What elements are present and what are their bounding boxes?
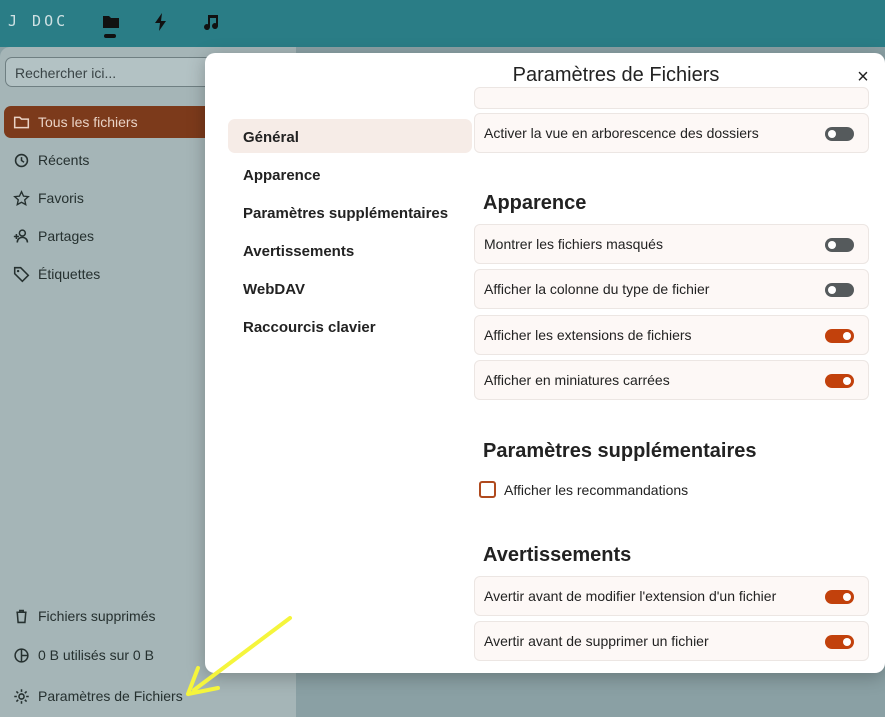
- search-input[interactable]: Rechercher ici...: [5, 57, 235, 87]
- pie-chart-icon: [4, 647, 38, 664]
- folder-icon: [4, 114, 38, 131]
- square-thumbnails-toggle[interactable]: [825, 374, 854, 388]
- recommendations-checkbox[interactable]: [479, 481, 496, 498]
- folder-icon[interactable]: [99, 10, 123, 38]
- file-extensions-toggle[interactable]: [825, 329, 854, 343]
- settings-panel: Activer la vue en arborescence des dossi…: [474, 87, 869, 673]
- share-user-icon: [4, 228, 38, 245]
- section-title-warnings: Avertissements: [483, 544, 632, 566]
- section-title-additional: Paramètres supplémentaires: [483, 440, 757, 462]
- setting-warn-extension-change[interactable]: Avertir avant de modifier l'extension d'…: [474, 576, 869, 616]
- setting-warn-delete[interactable]: Avertir avant de supprimer un fichier: [474, 621, 869, 661]
- tab-webdav[interactable]: WebDAV: [228, 271, 472, 305]
- sidebar-item-label: Étiquettes: [38, 266, 101, 282]
- settings-dialog: Paramètres de Fichiers × Général Apparen…: [205, 53, 885, 673]
- setting-file-extensions[interactable]: Afficher les extensions de fichiers: [474, 315, 869, 355]
- tab-keyboard-shortcuts[interactable]: Raccourcis clavier: [228, 309, 472, 343]
- tab-additional-settings[interactable]: Paramètres supplémentaires: [228, 195, 472, 229]
- hidden-files-toggle[interactable]: [825, 238, 854, 252]
- music-note-icon[interactable]: [199, 10, 223, 34]
- settings-label: Paramètres de Fichiers: [38, 688, 183, 704]
- setting-label: Activer la vue en arborescence des dossi…: [484, 125, 759, 141]
- sidebar-item-label: Partages: [38, 228, 95, 244]
- setting-label: Montrer les fichiers masqués: [484, 236, 663, 252]
- tab-appearance[interactable]: Apparence: [228, 157, 472, 191]
- gear-icon: [4, 688, 38, 705]
- setting-row-partial: [474, 87, 869, 109]
- sidebar-item-label: Tous les fichiers: [38, 114, 138, 130]
- app-logo[interactable]: J DOC: [8, 12, 68, 30]
- quota-label: 0 B utilisés sur 0 B: [38, 647, 154, 663]
- setting-label: Avertir avant de modifier l'extension d'…: [484, 588, 777, 604]
- setting-label: Afficher la colonne du type de fichier: [484, 281, 710, 297]
- section-title-appearance: Apparence: [483, 192, 587, 214]
- setting-tree-view[interactable]: Activer la vue en arborescence des dossi…: [474, 113, 869, 153]
- setting-file-type-column[interactable]: Afficher la colonne du type de fichier: [474, 269, 869, 309]
- top-bar: J DOC: [0, 0, 885, 47]
- sidebar-item-label: Récents: [38, 152, 90, 168]
- setting-label: Avertir avant de supprimer un fichier: [484, 633, 709, 649]
- tab-general[interactable]: Général: [228, 119, 472, 153]
- trash-label: Fichiers supprimés: [38, 608, 156, 624]
- history-icon: [4, 152, 38, 169]
- setting-recommendations[interactable]: Afficher les recommandations: [479, 481, 688, 498]
- close-button[interactable]: ×: [851, 65, 875, 89]
- setting-hidden-files[interactable]: Montrer les fichiers masqués: [474, 224, 869, 264]
- dialog-title: Paramètres de Fichiers: [512, 64, 720, 86]
- lightning-icon[interactable]: [149, 10, 173, 34]
- setting-label: Afficher les extensions de fichiers: [484, 327, 692, 343]
- star-icon: [4, 189, 38, 207]
- setting-label: Afficher les recommandations: [504, 481, 689, 498]
- tab-warnings[interactable]: Avertissements: [228, 233, 472, 267]
- setting-label: Afficher en miniatures carrées: [484, 372, 670, 388]
- sidebar-item-label: Favoris: [38, 190, 84, 206]
- tag-icon: [4, 266, 38, 283]
- file-type-column-toggle[interactable]: [825, 283, 854, 297]
- warn-extension-toggle[interactable]: [825, 590, 854, 604]
- trash-icon: [4, 608, 38, 625]
- setting-square-thumbnails[interactable]: Afficher en miniatures carrées: [474, 360, 869, 400]
- close-icon: ×: [857, 65, 869, 88]
- annotation-arrow-icon: [186, 616, 292, 696]
- warn-delete-toggle[interactable]: [825, 635, 854, 649]
- tree-view-toggle[interactable]: [825, 127, 854, 141]
